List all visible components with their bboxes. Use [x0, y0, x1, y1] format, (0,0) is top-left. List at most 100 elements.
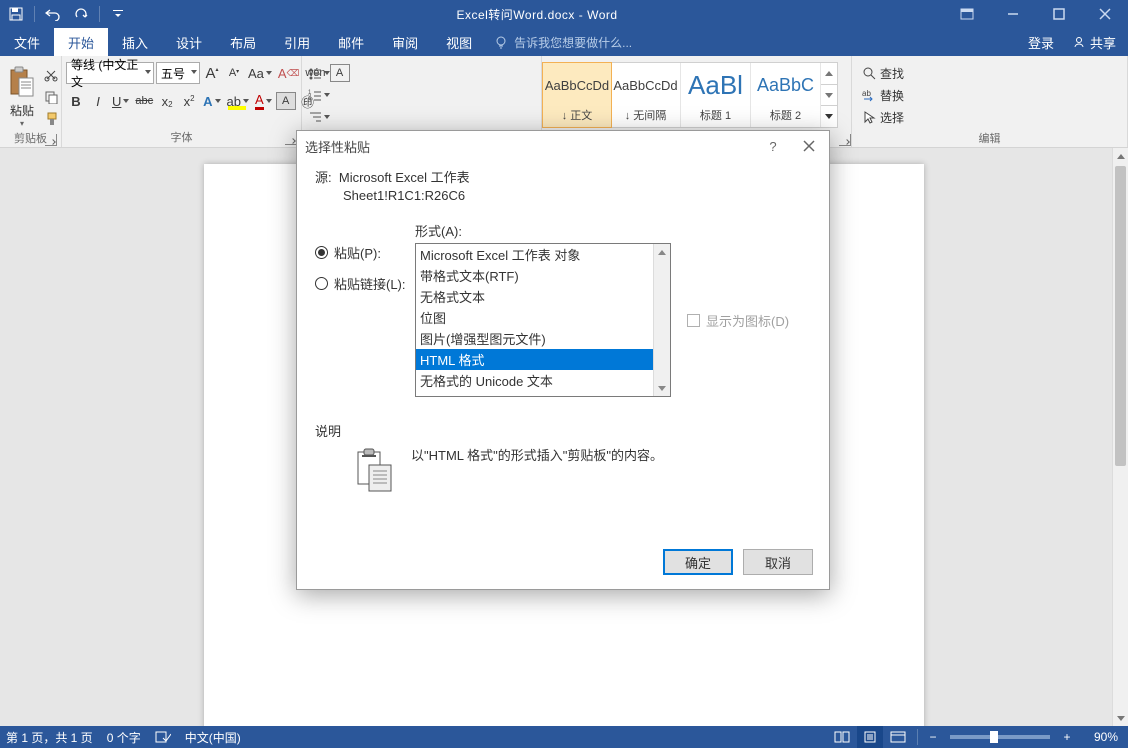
redo-icon[interactable]	[69, 2, 93, 26]
tab-home[interactable]: 开始	[54, 28, 108, 56]
zoom-slider-thumb[interactable]	[990, 731, 998, 743]
style-heading1[interactable]: AaBl标题 1	[681, 63, 751, 127]
subscript-button[interactable]: x2	[157, 90, 177, 112]
copy-icon[interactable]	[42, 88, 60, 106]
highlight-button[interactable]: ab	[225, 90, 251, 112]
format-item-emf[interactable]: 图片(增强型图元文件)	[416, 328, 670, 349]
vertical-scrollbar[interactable]	[1112, 148, 1128, 726]
listbox-scrollbar[interactable]	[653, 244, 670, 396]
replace-button[interactable]: ab替换	[856, 84, 904, 106]
dialog-close-icon[interactable]	[797, 134, 821, 158]
format-item-rtf[interactable]: 带格式文本(RTF)	[416, 265, 670, 286]
maximize-icon[interactable]	[1036, 0, 1082, 28]
group-label-clipboard: 剪贴板	[4, 128, 57, 148]
tab-file[interactable]: 文件	[0, 28, 54, 56]
zoom-out-button[interactable]: −	[924, 730, 942, 744]
tab-references[interactable]: 引用	[270, 28, 324, 56]
paste-button[interactable]: 粘贴 ▾	[4, 62, 40, 128]
font-color-button[interactable]: A	[253, 90, 274, 112]
read-mode-icon[interactable]	[829, 726, 855, 748]
search-icon	[862, 66, 876, 80]
clipboard-icon	[353, 446, 397, 494]
dialog-titlebar[interactable]: 选择性粘贴 ?	[297, 131, 829, 161]
tell-me-search[interactable]: 告诉我您想要做什么...	[494, 28, 632, 56]
zoom-in-button[interactable]: +	[1058, 730, 1076, 744]
undo-icon[interactable]	[41, 2, 65, 26]
scrollbar-thumb[interactable]	[1115, 166, 1126, 466]
format-item-plain[interactable]: 无格式文本	[416, 286, 670, 307]
save-icon[interactable]	[4, 2, 28, 26]
select-button[interactable]: 选择	[856, 106, 908, 128]
format-item-bitmap[interactable]: 位图	[416, 307, 670, 328]
scroll-up-icon[interactable]	[1113, 148, 1128, 164]
tab-design[interactable]: 设计	[162, 28, 216, 56]
strike-button[interactable]: abc	[133, 90, 155, 112]
show-as-icon-label: 显示为图标(D)	[706, 311, 789, 330]
share-label: 共享	[1090, 33, 1116, 52]
tab-review[interactable]: 审阅	[378, 28, 432, 56]
multilevel-button[interactable]	[306, 106, 332, 128]
paste-special-dialog: 选择性粘贴 ? 源: Microsoft Excel 工作表 Sheet1!R1…	[296, 130, 830, 590]
tab-mailings[interactable]: 邮件	[324, 28, 378, 56]
group-font: 等线 (中文正文 五号 A▴ A▾ Aa A⌫ wén A B I U abc …	[62, 56, 302, 147]
source-value: Microsoft Excel 工作表	[339, 170, 470, 185]
format-painter-icon[interactable]	[42, 110, 60, 128]
text-effects-button[interactable]: A	[201, 90, 222, 112]
zoom-slider[interactable]	[950, 735, 1050, 739]
cancel-button[interactable]: 取消	[743, 549, 813, 575]
find-button[interactable]: 查找	[856, 62, 908, 84]
font-name-combo[interactable]: 等线 (中文正文	[66, 62, 154, 84]
font-size-combo[interactable]: 五号	[156, 62, 200, 84]
ribbon-display-options-icon[interactable]	[944, 0, 990, 28]
description-text: 以"HTML 格式"的形式插入"剪贴板"的内容。	[411, 446, 663, 467]
style-nospacing[interactable]: AaBbCcDd↓ 无间隔	[611, 63, 681, 127]
styles-scroll-down[interactable]	[821, 85, 837, 107]
char-shading-button[interactable]: A	[276, 92, 296, 110]
format-listbox[interactable]: Microsoft Excel 工作表 对象 带格式文本(RTF) 无格式文本 …	[415, 243, 671, 397]
superscript-button[interactable]: x2	[179, 90, 199, 112]
dialog-title: 选择性粘贴	[305, 137, 370, 156]
status-language[interactable]: 中文(中国)	[185, 729, 241, 746]
underline-button[interactable]: U	[110, 90, 131, 112]
print-layout-icon[interactable]	[857, 726, 883, 748]
styles-dialog-launcher-icon[interactable]	[839, 134, 851, 146]
tab-layout[interactable]: 布局	[216, 28, 270, 56]
web-layout-icon[interactable]	[885, 726, 911, 748]
change-case-button[interactable]: Aa	[246, 62, 274, 84]
source-range: Sheet1!R1C1:R26C6	[343, 188, 811, 203]
scroll-down-icon[interactable]	[1113, 710, 1128, 726]
minimize-icon[interactable]	[990, 0, 1036, 28]
clipboard-dialog-launcher-icon[interactable]	[45, 134, 57, 146]
share-button[interactable]: 共享	[1066, 33, 1122, 52]
tab-insert[interactable]: 插入	[108, 28, 162, 56]
paste-link-radio[interactable]: 粘贴链接(L):	[315, 274, 415, 293]
paste-radio[interactable]: 粘贴(P):	[315, 243, 415, 262]
shrink-font-button[interactable]: A▾	[224, 62, 244, 84]
close-icon[interactable]	[1082, 0, 1128, 28]
tab-view[interactable]: 视图	[432, 28, 486, 56]
status-words[interactable]: 0 个字	[107, 729, 141, 746]
format-item-unicode[interactable]: 无格式的 Unicode 文本	[416, 370, 670, 391]
styles-expand[interactable]	[821, 106, 837, 127]
clear-format-button[interactable]: A⌫	[276, 62, 301, 84]
cut-icon[interactable]	[42, 66, 60, 84]
status-proofing-icon[interactable]	[155, 730, 171, 744]
login-link[interactable]: 登录	[1020, 33, 1062, 52]
dialog-help-icon[interactable]: ?	[761, 134, 785, 158]
qat-customize-icon[interactable]	[106, 2, 130, 26]
format-item-excel-object[interactable]: Microsoft Excel 工作表 对象	[416, 244, 670, 265]
grow-font-button[interactable]: A▴	[202, 62, 222, 84]
char-border-button[interactable]: A	[330, 64, 350, 82]
style-normal[interactable]: AaBbCcDd↓ 正文	[542, 62, 612, 128]
ok-button[interactable]: 确定	[663, 549, 733, 575]
bullets-button[interactable]	[306, 62, 332, 84]
status-page[interactable]: 第 1 页，共 1 页	[6, 729, 93, 746]
show-as-icon-checkbox: 显示为图标(D)	[687, 243, 789, 397]
zoom-level[interactable]: 90%	[1078, 730, 1122, 744]
format-item-html[interactable]: HTML 格式	[416, 349, 670, 370]
styles-scroll-up[interactable]	[821, 63, 837, 85]
italic-button[interactable]: I	[88, 90, 108, 112]
style-heading2[interactable]: AaBbC标题 2	[751, 63, 821, 127]
bold-button[interactable]: B	[66, 90, 86, 112]
numbering-button[interactable]: 123	[306, 84, 332, 106]
